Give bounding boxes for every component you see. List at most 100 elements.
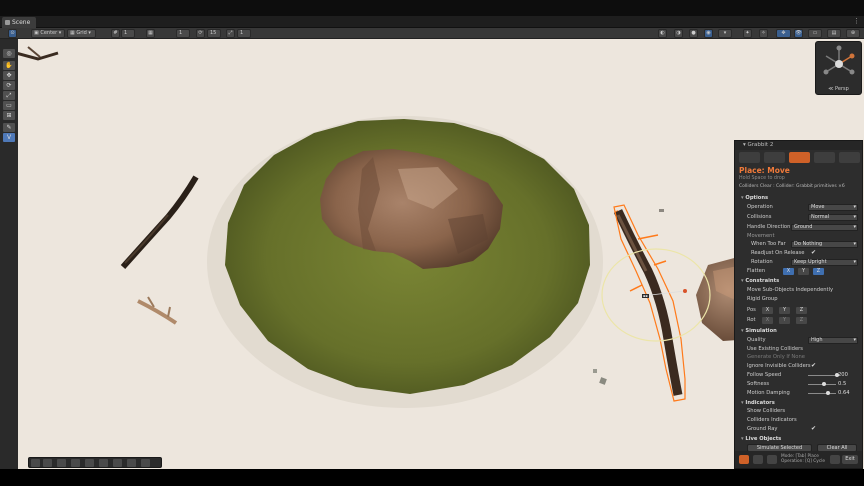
gizmo-menu-icon[interactable]: ⊕ [846,29,860,38]
show-colliders-row[interactable]: Show Colliders [735,407,862,415]
rot-z-button[interactable]: Z [796,316,807,324]
pivot-label: Center [40,30,58,36]
motion-damping-value[interactable]: 0.64 [838,389,850,397]
pivot-dropdown[interactable]: ▣ Center ▾ [31,29,65,38]
tab-scene[interactable]: Scene [2,17,37,28]
tab-physics[interactable] [764,152,785,163]
tab-grid[interactable] [814,152,835,163]
snap-value-4[interactable]: 1 [237,29,251,38]
softness-knob[interactable] [822,381,826,386]
shading-icon[interactable]: ◑ [674,29,683,38]
snap-value-2[interactable]: 1 [176,29,190,38]
panel-header[interactable]: ▾ Grabbit 2 [735,141,862,150]
scale-tool-icon[interactable]: ⤢ [3,91,15,100]
camera-dropdown-icon[interactable]: ▭ [808,29,822,38]
gizmos-dropdown-icon[interactable]: ✥ [776,29,791,38]
pos-z-button[interactable]: Z [796,306,807,314]
frame-icon[interactable] [127,459,136,467]
render-mode-icon[interactable]: ◉ [704,29,713,38]
section-simulation[interactable]: Simulation [735,327,862,335]
section-constraints[interactable]: Constraints [735,277,862,285]
settings-icon[interactable] [753,455,763,464]
ignore-invisible-checkbox[interactable]: ✔ [811,362,816,370]
handle-direction-dropdown[interactable]: Ground [791,223,858,231]
move-sub-row[interactable]: Move Sub-Objects Independently [735,286,862,294]
surface-icon[interactable] [99,459,108,467]
move-tool-icon[interactable]: ✥ [3,71,15,80]
rotation-dropdown[interactable]: Keep Upright [791,258,858,266]
help-icon[interactable] [830,455,840,464]
section-live-objects[interactable]: Live Objects [735,435,862,443]
draw-mode-icon[interactable]: ◐ [658,29,667,38]
2d-toggle-icon[interactable]: ✦ [743,29,752,38]
rotation-snap-icon[interactable]: ⟳ [196,29,205,38]
zoom-icon[interactable] [113,459,122,467]
ground-ray-checkbox[interactable]: ✔ [811,425,816,433]
snap-icon[interactable] [43,459,52,467]
rotate-tool-icon[interactable]: ⟳ [3,81,15,90]
rigid-group-label: Rigid Group [747,296,778,302]
overlay-dropdown-icon[interactable]: ▤ [827,29,841,38]
follow-speed-value[interactable]: 200 [838,371,848,379]
motion-damping-knob[interactable] [825,390,830,395]
grid-icon[interactable] [141,459,150,467]
pos-x-button[interactable]: X [762,306,773,314]
grid-snap-icon[interactable]: # [111,29,120,38]
visibility-icon[interactable]: 👁 [794,29,803,38]
section-indicators[interactable]: Indicators [735,399,862,407]
view-options-icon[interactable]: ◎ [3,49,15,58]
hand-tool-icon[interactable]: ✋ [3,61,15,70]
space-dropdown[interactable]: ▦ Grid ▾ [67,29,96,38]
pivot-icon[interactable] [85,459,94,467]
quality-dropdown[interactable]: High [808,336,858,344]
grab-point [683,289,687,293]
use-existing-row[interactable]: Use Existing Colliders [735,345,862,353]
exit-button[interactable]: Exit [842,455,858,464]
align-icon[interactable] [57,459,66,467]
tab-select[interactable] [739,152,760,163]
readjust-checkbox[interactable]: ✔ [811,249,816,257]
snap-value-3[interactable]: 15 [207,29,221,38]
section-options[interactable]: Options [735,194,862,202]
softness-slider[interactable] [808,381,836,386]
flatten-z-button[interactable]: Z [813,267,824,275]
scale-snap-icon[interactable]: ⤢ [226,29,235,38]
grabbit-logo-icon[interactable] [739,455,749,464]
ground-ray-row: Ground Ray ✔ [735,425,862,433]
tab-scatter[interactable] [839,152,860,163]
colliders-indicators-row[interactable]: Colliders Indicators [735,416,862,424]
softness-label: Softness [747,381,770,387]
more-options-icon[interactable]: ⋮ [853,16,860,27]
when-too-far-dropdown[interactable]: Do Nothing [791,240,858,248]
snap-value-1[interactable]: 1 [121,29,135,38]
layout-icon[interactable] [767,455,777,464]
follow-speed-slider[interactable] [808,372,839,377]
rigid-group-row[interactable]: Rigid Group [735,295,862,303]
generate-only-row[interactable]: Generate Only If None [735,353,862,361]
stack-icon[interactable] [71,459,80,467]
pos-y-button[interactable]: Y [779,306,790,314]
collisions-dropdown[interactable]: Normal [808,213,858,221]
tab-place[interactable] [789,152,810,163]
effects-icon[interactable]: ✧ [759,29,768,38]
audio-dropdown-icon[interactable]: ▾ [718,29,732,38]
grid-visibility-icon[interactable]: ▦ [146,29,155,38]
pebble [659,209,664,212]
operation-dropdown[interactable]: Move [808,203,858,211]
collisions-row: Collisions Normal [735,213,862,221]
motion-damping-slider[interactable] [808,390,836,395]
tool-settings-icon[interactable]: ⊙ [8,29,17,38]
flatten-x-button[interactable]: X [783,267,794,275]
flatten-y-button[interactable]: Y [798,267,809,275]
perspective-label[interactable]: ≪ Persp [816,86,861,92]
softness-value[interactable]: 0.5 [838,380,846,388]
move-icon[interactable] [31,459,40,467]
lighting-icon[interactable]: ● [689,29,698,38]
transform-tool-icon[interactable]: ⊞ [3,111,15,120]
rot-x-button[interactable]: X [762,316,773,324]
orientation-gizmo[interactable]: ≪ Persp [815,41,862,95]
rot-y-button[interactable]: Y [779,316,790,324]
rect-tool-icon[interactable]: ▭ [3,101,15,110]
custom-tool-icon[interactable]: ✎ [3,123,15,132]
grabbit-tool-icon[interactable]: V [3,133,15,142]
